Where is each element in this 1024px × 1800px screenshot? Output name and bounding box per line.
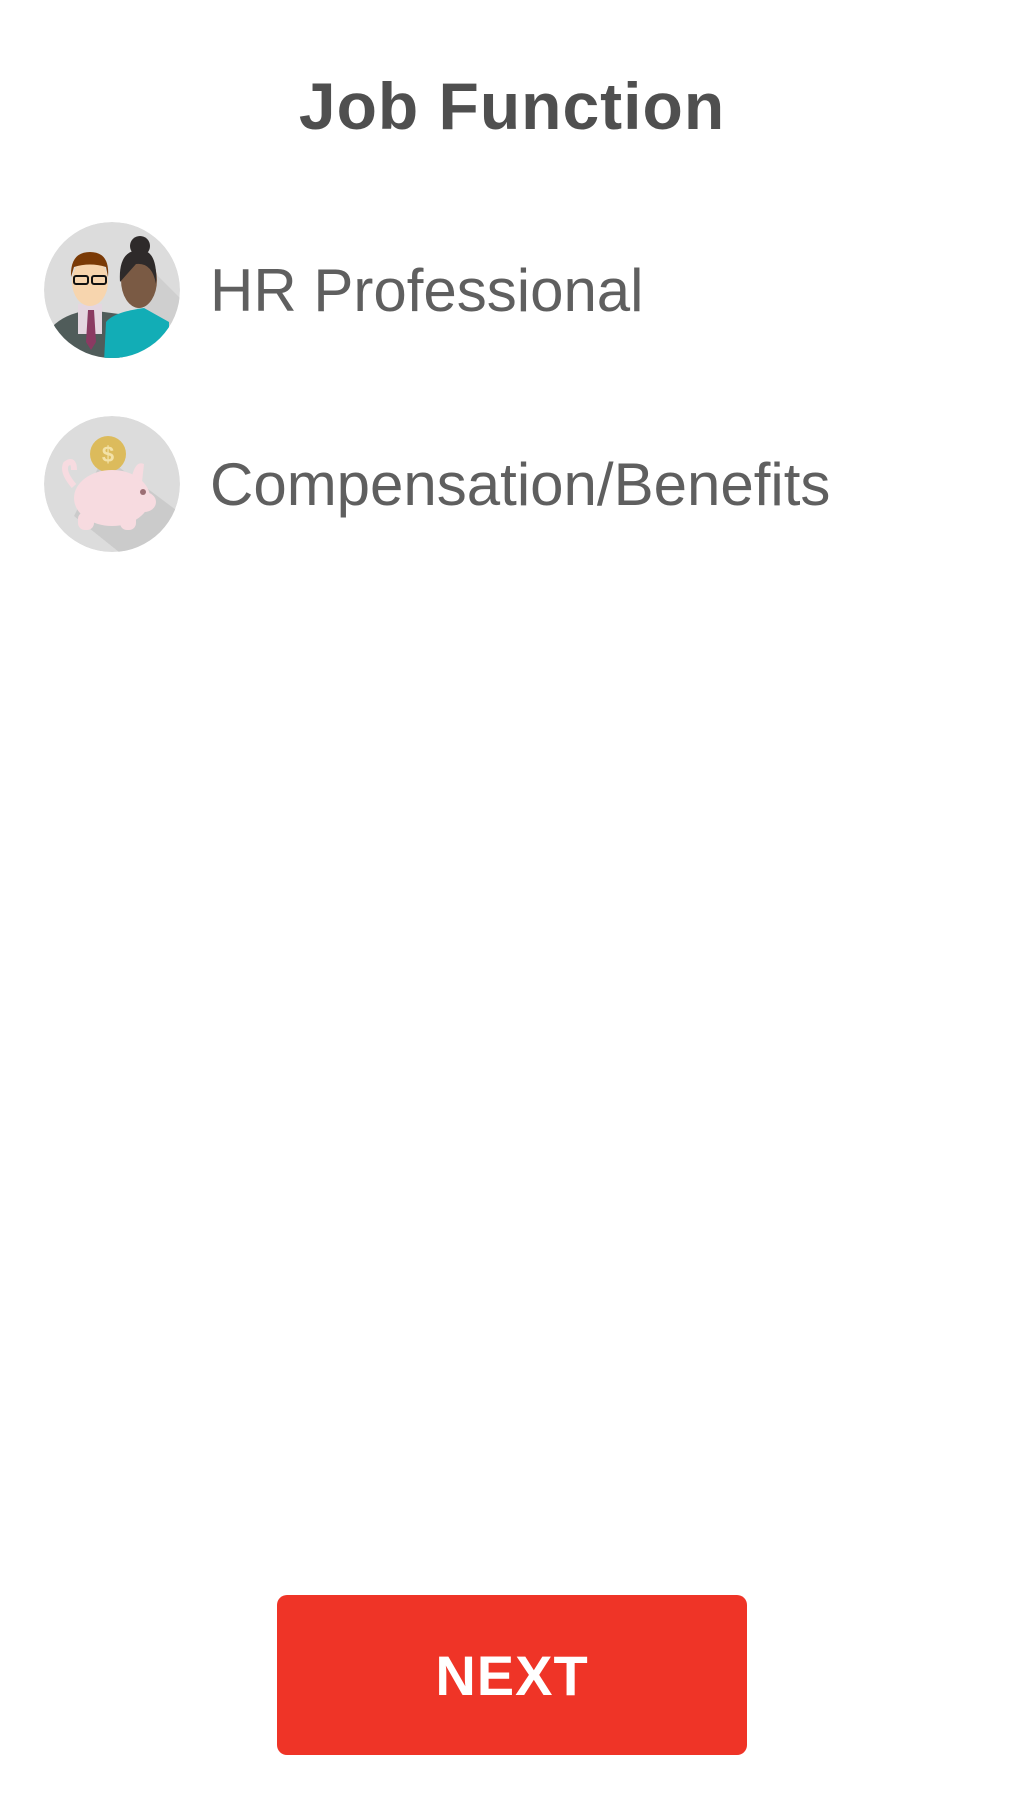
next-button[interactable]: NEXT <box>277 1595 747 1755</box>
svg-text:$: $ <box>102 442 114 467</box>
option-hr-professional[interactable]: HR Professional <box>44 222 944 358</box>
piggy-bank-icon: $ <box>44 416 180 552</box>
page-title: Job Function <box>298 69 726 143</box>
option-label: HR Professional <box>210 256 644 324</box>
option-compensation-benefits[interactable]: $ Compensation/Benefits <box>44 416 944 552</box>
option-label: Compensation/Benefits <box>210 450 831 518</box>
people-icon <box>44 222 180 358</box>
